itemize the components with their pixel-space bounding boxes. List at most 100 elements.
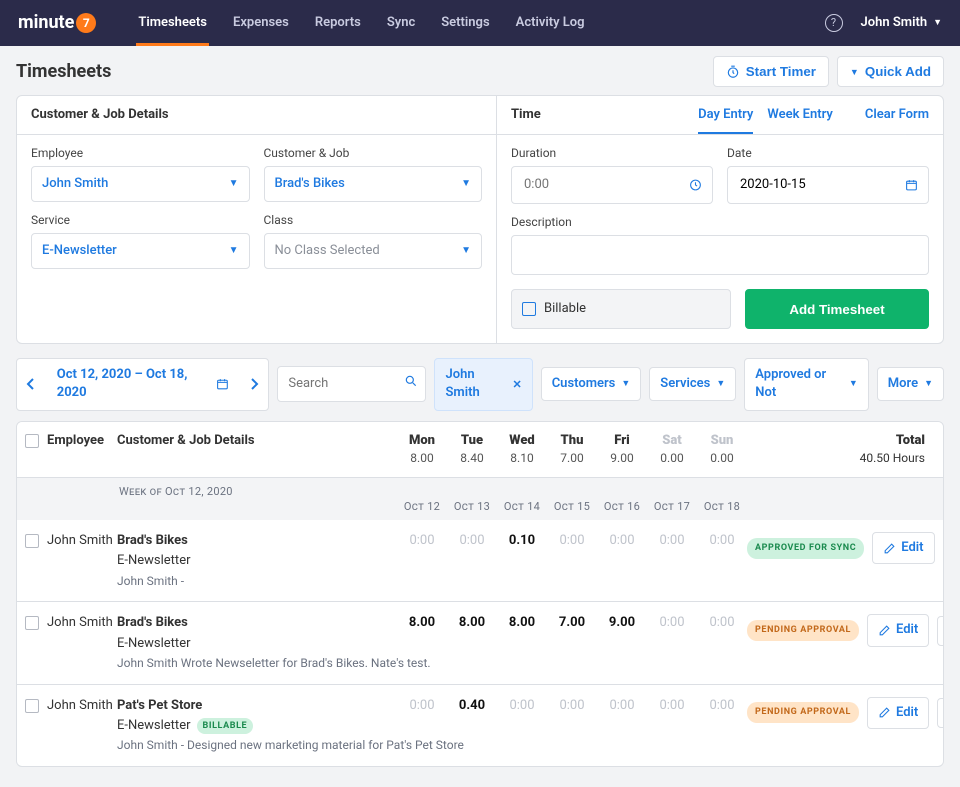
customer-label: Customer & Job — [264, 145, 483, 162]
help-icon[interactable]: ? — [825, 14, 843, 32]
date-input[interactable] — [727, 166, 929, 204]
row-checkbox[interactable] — [25, 699, 39, 713]
row-checkbox[interactable] — [25, 616, 39, 630]
day-entry-tab[interactable]: Day Entry — [698, 106, 753, 134]
calendar-icon — [905, 178, 918, 192]
search-input[interactable] — [277, 366, 426, 402]
billable-checkbox[interactable]: Billable — [511, 289, 731, 329]
row-timer-button[interactable] — [937, 616, 944, 646]
billable-badge: BILLABLE — [197, 718, 254, 735]
col-job: Customer & Job Details — [117, 432, 397, 450]
service-select[interactable]: E-Newsletter ▼ — [31, 233, 250, 269]
close-icon[interactable]: ✕ — [512, 377, 521, 392]
filter-services[interactable]: Services ▼ — [649, 367, 736, 401]
edit-button[interactable]: Edit — [872, 532, 934, 564]
duration-input[interactable] — [511, 166, 713, 204]
chevron-down-icon: ▼ — [850, 67, 859, 77]
class-select[interactable]: No Class Selected ▼ — [264, 233, 483, 269]
hours-cell: 0:00 — [397, 532, 447, 550]
status-badge: PENDING APPROVAL — [747, 702, 859, 723]
chevron-down-icon: ▼ — [716, 378, 725, 391]
chevron-down-icon: ▼ — [849, 378, 858, 391]
time-header: Time Day Entry Week Entry Clear Form — [497, 96, 943, 135]
nav-tab-reports[interactable]: Reports — [313, 0, 363, 46]
hours-cell: 0:00 — [697, 532, 747, 550]
row-checkbox[interactable] — [25, 534, 39, 548]
logo-badge: 7 — [76, 13, 96, 33]
calendar-icon — [216, 377, 229, 391]
col-tue: Tue8.40 — [447, 432, 497, 467]
col-employee: Employee — [47, 432, 117, 450]
service-label: Service — [31, 212, 250, 229]
nav-tab-sync[interactable]: Sync — [385, 0, 417, 46]
row-job: Brad's Bikes E-Newsletter John Smith Wro… — [117, 614, 397, 671]
more-button[interactable]: More ▼ — [877, 367, 944, 401]
description-label: Description — [511, 214, 929, 231]
col-mon: Mon8.00 — [397, 432, 447, 467]
hours-cell: 0:00 — [647, 697, 697, 715]
employee-select[interactable]: John Smith ▼ — [31, 166, 250, 202]
nav-tab-timesheets[interactable]: Timesheets — [136, 0, 209, 46]
start-timer-button[interactable]: Start Timer — [713, 56, 829, 87]
hours-cell: 0:00 — [547, 697, 597, 715]
chevron-down-icon: ▼ — [461, 244, 471, 258]
hours-cell: 0:00 — [697, 614, 747, 632]
edit-button[interactable]: Edit — [867, 614, 929, 646]
timesheet-grid: Employee Customer & Job Details Mon8.00 … — [16, 421, 944, 767]
duration-label: Duration — [511, 145, 713, 162]
edit-button[interactable]: Edit — [867, 697, 929, 729]
hours-cell: 0.40 — [447, 697, 497, 715]
nav-tab-expenses[interactable]: Expenses — [231, 0, 291, 46]
hours-cell: 0:00 — [447, 532, 497, 550]
hours-cell: 0:00 — [697, 697, 747, 715]
logo[interactable]: minute 7 — [18, 10, 96, 35]
add-timesheet-button[interactable]: Add Timesheet — [745, 289, 929, 329]
chevron-down-icon: ▼ — [229, 177, 239, 191]
hours-cell: 8.00 — [447, 614, 497, 632]
nav-tab-settings[interactable]: Settings — [439, 0, 491, 46]
row-more-button[interactable] — [937, 698, 944, 728]
chevron-down-icon: ▼ — [924, 378, 933, 391]
filter-employee-chip[interactable]: John Smith ✕ — [434, 358, 532, 410]
customer-select[interactable]: Brad's Bikes ▼ — [264, 166, 483, 202]
date-label: Date — [727, 145, 929, 162]
hours-cell: 7.00 — [547, 614, 597, 632]
chevron-down-icon: ▼ — [461, 177, 471, 191]
chevron-left-icon — [26, 378, 36, 390]
col-wed: Wed8.10 — [497, 432, 547, 467]
hours-cell: 8.00 — [497, 614, 547, 632]
page-header: Timesheets Start Timer ▼ Quick Add — [16, 56, 944, 87]
hours-cell: 0:00 — [547, 532, 597, 550]
search-icon — [404, 374, 418, 388]
user-name: John Smith — [861, 14, 928, 32]
next-week-button[interactable] — [241, 368, 269, 400]
filter-customers[interactable]: Customers ▼ — [541, 367, 642, 401]
hours-cell: 0:00 — [397, 697, 447, 715]
user-menu[interactable]: John Smith ▼ — [861, 14, 943, 32]
row-more-button[interactable] — [943, 533, 944, 563]
filter-approval[interactable]: Approved or Not ▼ — [744, 358, 869, 410]
page-title: Timesheets — [16, 59, 713, 84]
hours-cell: 0:00 — [647, 614, 697, 632]
logo-text: minute — [18, 10, 74, 35]
quick-add-button[interactable]: ▼ Quick Add — [837, 56, 944, 87]
week-entry-tab[interactable]: Week Entry — [767, 106, 833, 124]
row-employee: John Smith — [47, 697, 117, 715]
description-textarea[interactable] — [511, 235, 929, 275]
hours-cell: 0.10 — [497, 532, 547, 550]
top-nav: minute 7 Timesheets Expenses Reports Syn… — [0, 0, 960, 46]
row-employee: John Smith — [47, 532, 117, 550]
status-badge: APPROVED FOR SYNC — [747, 538, 864, 559]
customer-job-header: Customer & Job Details — [17, 96, 496, 135]
select-all-checkbox[interactable] — [25, 434, 39, 448]
prev-week-button[interactable] — [17, 368, 45, 400]
hours-cell: 9.00 — [597, 614, 647, 632]
date-range-picker[interactable]: Oct 12, 2020 – Oct 18, 2020 — [45, 359, 241, 409]
col-fri: Fri9.00 — [597, 432, 647, 467]
chevron-down-icon: ▼ — [229, 244, 239, 258]
chevron-right-icon — [249, 378, 259, 390]
clear-form-link[interactable]: Clear Form — [865, 106, 929, 124]
checkbox-icon — [522, 302, 536, 316]
grid-header: Employee Customer & Job Details Mon8.00 … — [17, 422, 943, 478]
nav-tab-activity-log[interactable]: Activity Log — [514, 0, 587, 46]
